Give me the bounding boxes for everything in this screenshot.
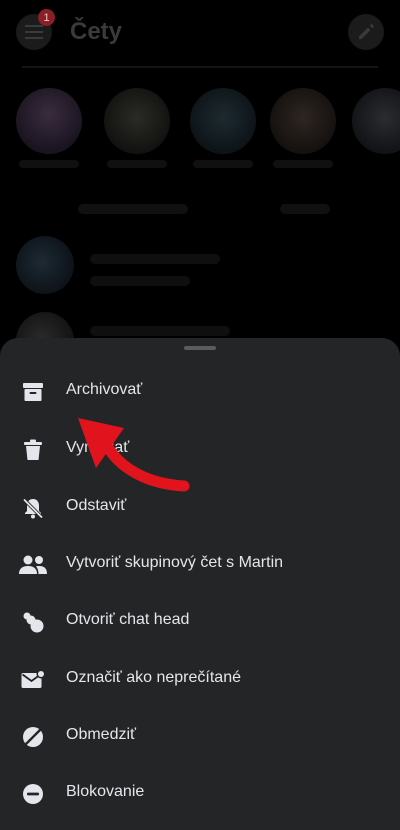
filter-row [18, 204, 382, 218]
menu-item-archive[interactable]: Archivovať [0, 364, 400, 420]
page-title: Čety [70, 18, 123, 45]
contact-name-placeholder [273, 160, 333, 168]
chat-list-item[interactable] [16, 236, 384, 296]
hamburger-icon [25, 25, 43, 39]
archive-icon [18, 378, 48, 406]
menu-item-mute[interactable]: Odstaviť [0, 480, 400, 536]
sheet-drag-handle[interactable] [184, 346, 216, 350]
chat-name-placeholder [90, 326, 230, 336]
chat-preview-placeholder [90, 276, 190, 286]
filter-pill[interactable] [280, 204, 330, 214]
menu-item-label: Vytvoriť skupinový čet s Martin [66, 554, 284, 571]
menu-item-label: Blokovanie [66, 783, 145, 800]
contact-avatar[interactable] [104, 88, 170, 154]
menu-item-block[interactable]: Blokovanie [0, 766, 400, 822]
group-icon [18, 551, 48, 579]
menu-item-delete[interactable]: Vymazať [0, 422, 400, 478]
contact-name-placeholder [107, 160, 167, 168]
pencil-icon [359, 24, 374, 39]
menu-item-label: Otvoriť chat head [66, 611, 190, 628]
menu-item-create-group[interactable]: Vytvoriť skupinový čet s Martin [0, 537, 400, 593]
contact-avatar[interactable] [190, 88, 256, 154]
mail-unread-icon [18, 666, 48, 694]
menu-item-chat-head[interactable]: Otvoriť chat head [0, 594, 400, 650]
menu-item-label: Označiť ako neprečítané [66, 669, 241, 686]
top-bar: 1 Čety [0, 0, 400, 68]
restrict-icon [18, 723, 48, 751]
chat-options-sheet: Archivovať Vymazať Odstaviť Vytvoriť sku… [0, 338, 400, 830]
active-contacts-row [0, 88, 400, 178]
search-bar[interactable] [22, 60, 378, 68]
contact-avatar[interactable] [16, 88, 82, 154]
block-icon [18, 780, 48, 808]
filter-pill[interactable] [78, 204, 188, 214]
menu-item-restrict[interactable]: Obmedziť [0, 709, 400, 765]
menu-item-label: Odstaviť [66, 497, 127, 514]
menu-item-label: Vymazať [66, 439, 130, 456]
notification-badge: 1 [38, 9, 55, 26]
contact-name-placeholder [19, 160, 79, 168]
menu-item-label: Obmedziť [66, 726, 137, 743]
chat-name-placeholder [90, 254, 220, 264]
menu-item-mark-unread[interactable]: Označiť ako neprečítané [0, 652, 400, 708]
avatar [16, 236, 74, 294]
contact-name-placeholder [193, 160, 253, 168]
contact-avatar[interactable] [352, 88, 400, 154]
contact-avatar[interactable] [270, 88, 336, 154]
menu-item-label: Archivovať [66, 381, 143, 398]
bell-off-icon [18, 494, 48, 522]
new-message-button[interactable] [348, 14, 384, 50]
trash-icon [18, 436, 48, 464]
chat-head-icon [18, 608, 48, 636]
